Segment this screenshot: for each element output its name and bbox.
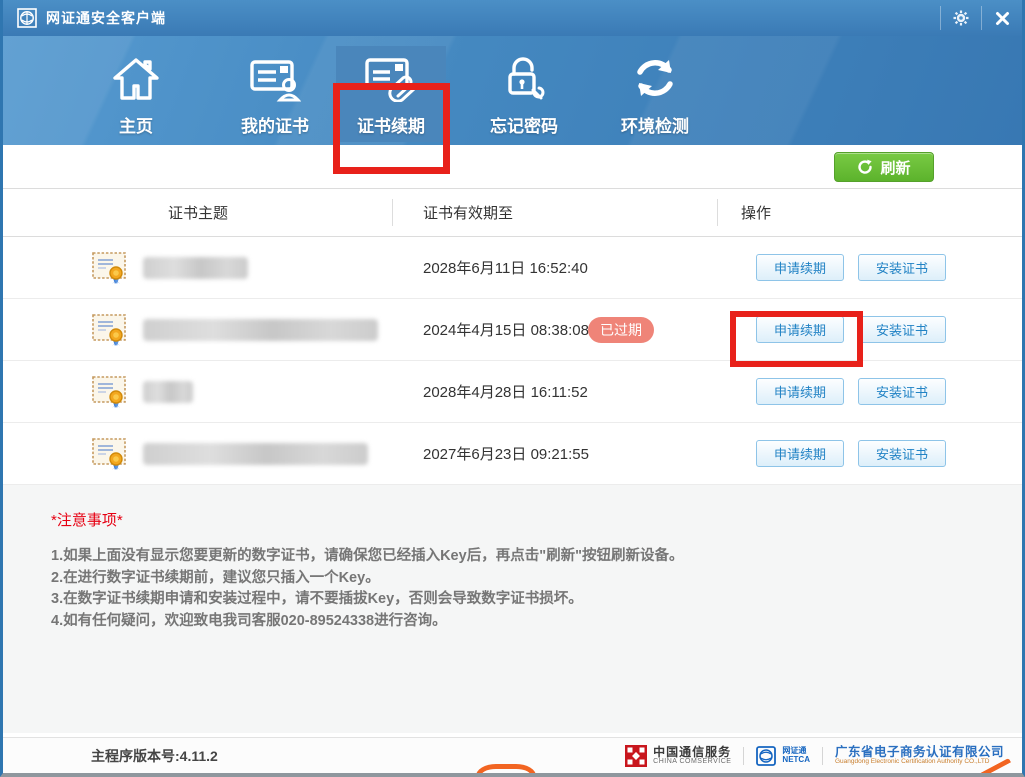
nav-item-my-certificates[interactable]: 我的证书 xyxy=(220,46,330,142)
certificate-renewal-icon xyxy=(364,50,418,102)
settings-button[interactable] xyxy=(941,0,981,36)
install-button[interactable]: 安装证书 xyxy=(858,316,946,343)
china-comservice-name: 中国通信服务 xyxy=(653,744,732,759)
refresh-button[interactable]: 刷新 xyxy=(834,152,934,182)
nav-label: 忘记密码 xyxy=(490,117,558,136)
refresh-icon xyxy=(858,159,873,174)
install-button[interactable]: 安装证书 xyxy=(858,440,946,467)
subject-cell xyxy=(3,361,393,422)
gear-icon xyxy=(953,10,969,26)
table-row: 2028年4月28日 16:11:52 申请续期 安装证书 xyxy=(3,361,1022,423)
netca-name-en: NETCA xyxy=(782,754,810,764)
table-header-row: 证书主题 证书有效期至 操作 xyxy=(3,189,1022,237)
certificate-icon xyxy=(92,375,126,408)
footer-logos: 中国通信服务 CHINA COMSERVICE 网证通 NETCA 广东省电子商… xyxy=(625,744,1004,767)
renew-button[interactable]: 申请续期 xyxy=(756,378,844,405)
table-row: 2028年6月11日 16:52:40 申请续期 安装证书 xyxy=(3,237,1022,299)
subject-cell xyxy=(3,299,393,360)
table-row: 2027年6月23日 09:21:55 申请续期 安装证书 xyxy=(3,423,1022,485)
nav-label: 证书续期 xyxy=(357,117,425,136)
expired-badge: 已过期 xyxy=(588,316,654,343)
footer-divider xyxy=(821,746,823,765)
home-icon xyxy=(112,50,160,102)
footer: 主程序版本号:4.11.2 中国通信服务 CHINA COMSERVICE 网证… xyxy=(3,737,1022,773)
certificate-icon xyxy=(92,437,126,470)
netca-logo: 网证通 NETCA xyxy=(756,745,810,766)
close-button[interactable] xyxy=(982,0,1022,36)
note-item: 3.在数字证书续期申请和安装过程中，请不要插拔Key，否则会导致数字证书损坏。 xyxy=(51,591,583,607)
nav-item-home[interactable]: 主页 xyxy=(81,46,191,142)
renew-button[interactable]: 申请续期 xyxy=(756,440,844,467)
china-comservice-icon xyxy=(625,744,648,767)
note-item: 4.如有任何疑问，欢迎致电我司客服020-89524338进行咨询。 xyxy=(51,612,447,629)
expiry-cell: 2027年6月23日 09:21:55 xyxy=(423,446,589,463)
close-icon xyxy=(995,11,1009,25)
refresh-label: 刷新 xyxy=(880,159,911,177)
table-row: 2024年4月15日 08:38:08 已过期 申请续期 安装证书 xyxy=(3,299,1022,361)
redacted-subject xyxy=(143,256,248,279)
notes-title: *注意事项* xyxy=(51,512,123,529)
expiry-cell: 2024年4月15日 08:38:08 已过期 xyxy=(393,299,718,360)
toolbar: 刷新 xyxy=(3,145,1022,189)
renew-button[interactable]: 申请续期 xyxy=(756,316,844,343)
nav-label: 环境检测 xyxy=(621,117,689,136)
subject-cell xyxy=(3,237,393,298)
certificate-icon xyxy=(92,313,126,346)
window-title: 网证通安全客户端 xyxy=(46,10,166,26)
environment-check-icon xyxy=(631,50,679,102)
my-certificates-icon xyxy=(249,50,301,102)
nav-item-forgot-password[interactable]: 忘记密码 xyxy=(469,46,579,142)
install-button[interactable]: 安装证书 xyxy=(858,378,946,405)
app-logo-icon xyxy=(17,8,37,28)
nav-item-environment-check[interactable]: 环境检测 xyxy=(600,46,710,142)
operations-cell: 申请续期 安装证书 xyxy=(718,299,1022,360)
column-header-expiry: 证书有效期至 xyxy=(393,189,718,236)
subject-cell xyxy=(3,423,393,484)
version-label: 主程序版本号:4.11.2 xyxy=(91,747,218,764)
nav-label: 主页 xyxy=(119,117,153,136)
operations-cell: 申请续期 安装证书 xyxy=(718,361,1022,422)
expiry-cell: 2028年6月11日 16:52:40 xyxy=(423,260,588,277)
forgot-password-icon xyxy=(500,50,548,102)
china-comservice-name-en: CHINA COMSERVICE xyxy=(653,758,732,766)
redacted-subject xyxy=(143,318,378,341)
redacted-subject xyxy=(143,442,368,465)
certificate-table: 证书主题 证书有效期至 操作 2028年6月11日 16:52:40 申请续期 … xyxy=(3,189,1022,485)
gdca-name-en: Guangdong Electronic Certification Autho… xyxy=(834,757,990,765)
column-header-operation: 操作 xyxy=(741,205,772,222)
footer-divider xyxy=(743,746,745,765)
certificate-icon xyxy=(92,251,126,284)
note-item: 1.如果上面没有显示您要更新的数字证书，请确保您已经插入Key后，再点击"刷新"… xyxy=(51,548,684,564)
nav-label: 我的证书 xyxy=(241,117,309,136)
nav-item-certificate-renewal[interactable]: 证书续期 xyxy=(336,46,446,142)
netca-icon xyxy=(756,745,777,766)
notes-section: *注意事项* 1.如果上面没有显示您要更新的数字证书，请确保您已经插入Key后，… xyxy=(3,485,1022,733)
renew-button[interactable]: 申请续期 xyxy=(756,254,844,281)
column-header-subject: 证书主题 xyxy=(3,189,393,236)
operations-cell: 申请续期 安装证书 xyxy=(718,423,1022,484)
install-button[interactable]: 安装证书 xyxy=(858,254,946,281)
gdca-name: 广东省电子商务认证有限公司 xyxy=(834,744,1004,759)
note-item: 2.在进行数字证书续期前，建议您只插入一个Key。 xyxy=(51,569,380,586)
expiry-cell: 2028年4月28日 16:11:52 xyxy=(423,384,588,401)
redacted-subject xyxy=(143,380,193,403)
title-bar: 网证通安全客户端 xyxy=(3,0,1022,36)
gdca-logo: 广东省电子商务认证有限公司 Guangdong Electronic Certi… xyxy=(834,744,1004,766)
operations-cell: 申请续期 安装证书 xyxy=(718,237,1022,298)
app-window: 网证通安全客户端 主页 我的证书 证书续期 忘记密码 环境检测 刷新 证书主题 … xyxy=(0,0,1025,777)
main-nav: 主页 我的证书 证书续期 忘记密码 环境检测 xyxy=(3,36,1022,174)
china-comservice-logo: 中国通信服务 CHINA COMSERVICE xyxy=(625,744,732,767)
